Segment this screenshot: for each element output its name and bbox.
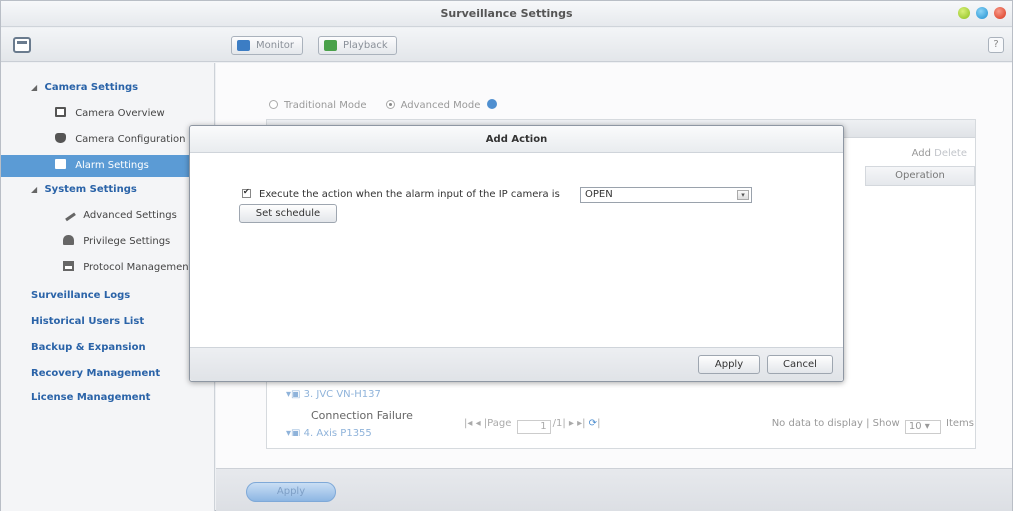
wrench-icon (61, 206, 76, 222)
sidebar-item-alarm-settings[interactable]: Alarm Settings (1, 155, 214, 177)
window-layout-icon[interactable] (13, 37, 31, 53)
sidebar-item-backup-expansion[interactable]: Backup & Expansion (31, 337, 146, 359)
refresh-icon[interactable]: ⟳ (589, 418, 597, 429)
toolbar: Monitor Playback ? (1, 28, 1012, 62)
sidebar-item-privilege-settings[interactable]: Privilege Settings (63, 231, 170, 253)
advanced-mode-label: Advanced Mode (400, 100, 481, 111)
window-title: Surveillance Settings (440, 7, 573, 20)
monitor-label: Monitor (256, 40, 295, 51)
camera-tree-label: 4. Axis P1355 (303, 428, 372, 436)
items-label: Items (946, 418, 974, 429)
sidebar-item-label: Camera Configuration (75, 134, 186, 145)
playback-button[interactable]: Playback (318, 36, 397, 55)
page-size-select[interactable]: 10 ▾ (904, 420, 941, 434)
camera-overview-icon (55, 107, 66, 117)
add-button[interactable]: Add (912, 148, 931, 159)
sidebar-item-camera-configuration[interactable]: Camera Configuration (55, 129, 185, 151)
mode-selector: Traditional Mode Advanced Mode (269, 99, 497, 111)
add-action-dialog: Add Action Execute the action when the a… (189, 125, 844, 382)
title-bar: Surveillance Settings (1, 1, 1012, 27)
advanced-mode-radio[interactable] (385, 100, 395, 109)
sidebar-item-label: Advanced Settings (83, 210, 177, 221)
monitor-icon (237, 40, 250, 51)
sidebar-item-license-management[interactable]: License Management (31, 387, 150, 409)
operation-column-header: Operation (865, 166, 975, 186)
traditional-mode-label: Traditional Mode (284, 100, 367, 111)
camera-tree-label: 3. JVC VN-H137 (303, 389, 381, 400)
user-icon (63, 235, 74, 245)
dialog-cancel-button[interactable]: Cancel (767, 355, 833, 374)
sidebar-item-label: Historical Users List (31, 316, 145, 327)
sidebar-item-label: Recovery Management (31, 368, 161, 379)
network-icon (63, 261, 74, 271)
no-data-text: No data to display (771, 418, 863, 429)
sidebar-item-label: Surveillance Logs (31, 290, 131, 301)
next-page-icon[interactable]: ▸ (569, 418, 574, 429)
sidebar-item-system-settings[interactable]: ◢ System Settings (31, 179, 137, 201)
close-button[interactable] (994, 7, 1006, 19)
surveillance-settings-window: Surveillance Settings Monitor Playback ?… (0, 0, 1013, 511)
dialog-apply-button[interactable]: Apply (698, 355, 760, 374)
page-size-control: No data to display | Show 10 ▾ Items (771, 418, 974, 434)
playback-icon (324, 40, 337, 51)
sidebar-item-label: Camera Overview (75, 108, 165, 119)
playback-label: Playback (343, 40, 388, 51)
delete-button[interactable]: Delete (934, 148, 967, 159)
main-footer: Apply (216, 468, 1012, 511)
monitor-button[interactable]: Monitor (231, 36, 304, 55)
dialog-footer: Apply Cancel (190, 347, 843, 381)
sidebar-item-label: License Management (31, 392, 151, 403)
traditional-mode-radio[interactable] (269, 100, 278, 109)
sidebar-item-label: System Settings (44, 184, 137, 195)
apply-button[interactable]: Apply (246, 482, 336, 502)
panel-actions: Add Delete (912, 148, 967, 159)
page-number-input[interactable]: 1 (516, 420, 551, 434)
sidebar-item-label: Privilege Settings (83, 236, 171, 247)
sidebar-item-advanced-settings[interactable]: Advanced Settings (61, 205, 177, 227)
camera-tree-item[interactable]: ▾▣ 4. Axis P1355 (286, 428, 372, 436)
sidebar-item-label: Camera Settings (44, 82, 139, 93)
sidebar-item-historical-users-list[interactable]: Historical Users List (31, 311, 144, 333)
alarm-state-value: OPEN (585, 189, 613, 200)
execute-action-label: Execute the action when the alarm input … (259, 189, 560, 200)
collapse-arrow-icon: ◢ (31, 185, 38, 194)
page-label: Page (487, 418, 512, 429)
camera-tree-item[interactable]: ▾▣ 3. JVC VN-H137 (286, 389, 381, 400)
sidebar-item-label: Alarm Settings (75, 160, 149, 171)
camera-icon: ▾▣ (286, 389, 304, 400)
execute-action-row: Execute the action when the alarm input … (242, 187, 560, 200)
minimize-button[interactable] (958, 7, 970, 19)
prev-page-icon[interactable]: ◂ (476, 418, 481, 429)
sidebar: ◢ Camera Settings Camera Overview Camera… (1, 63, 215, 511)
info-icon[interactable] (486, 99, 497, 109)
execute-action-checkbox[interactable] (242, 187, 251, 198)
sidebar-item-label: Backup & Expansion (31, 342, 146, 353)
window-controls (958, 7, 1006, 19)
sidebar-item-camera-settings[interactable]: ◢ Camera Settings (31, 77, 138, 99)
page-total: /1 (552, 418, 563, 429)
page-size-value: 10 (908, 421, 922, 432)
chevron-down-icon: ▾ (737, 190, 749, 200)
sidebar-item-protocol-management[interactable]: Protocol Management (63, 257, 193, 279)
maximize-button[interactable] (976, 7, 988, 19)
camera-status-text: Connection Failure (311, 409, 413, 422)
alarm-state-select[interactable]: OPEN ▾ (580, 187, 752, 203)
sidebar-item-surveillance-logs[interactable]: Surveillance Logs (31, 285, 130, 307)
alarm-icon (55, 159, 66, 169)
collapse-arrow-icon: ◢ (31, 83, 38, 92)
last-page-icon[interactable]: ▸| (577, 418, 585, 429)
show-label: Show (872, 418, 900, 429)
camera-configuration-icon (55, 133, 66, 143)
camera-icon: ▾▣ (286, 428, 304, 436)
dialog-title: Add Action (190, 126, 843, 153)
pagination: |◂ ◂ |Page 1/1| ▸ ▸| ⟳| (464, 418, 601, 434)
help-button[interactable]: ? (988, 37, 1004, 53)
sidebar-item-recovery-management[interactable]: Recovery Management (31, 363, 160, 385)
chevron-down-icon: ▾ (924, 421, 930, 432)
sidebar-item-camera-overview[interactable]: Camera Overview (55, 103, 165, 125)
first-page-icon[interactable]: |◂ (464, 418, 472, 429)
sidebar-item-label: Protocol Management (83, 262, 193, 273)
set-schedule-button[interactable]: Set schedule (239, 204, 337, 223)
